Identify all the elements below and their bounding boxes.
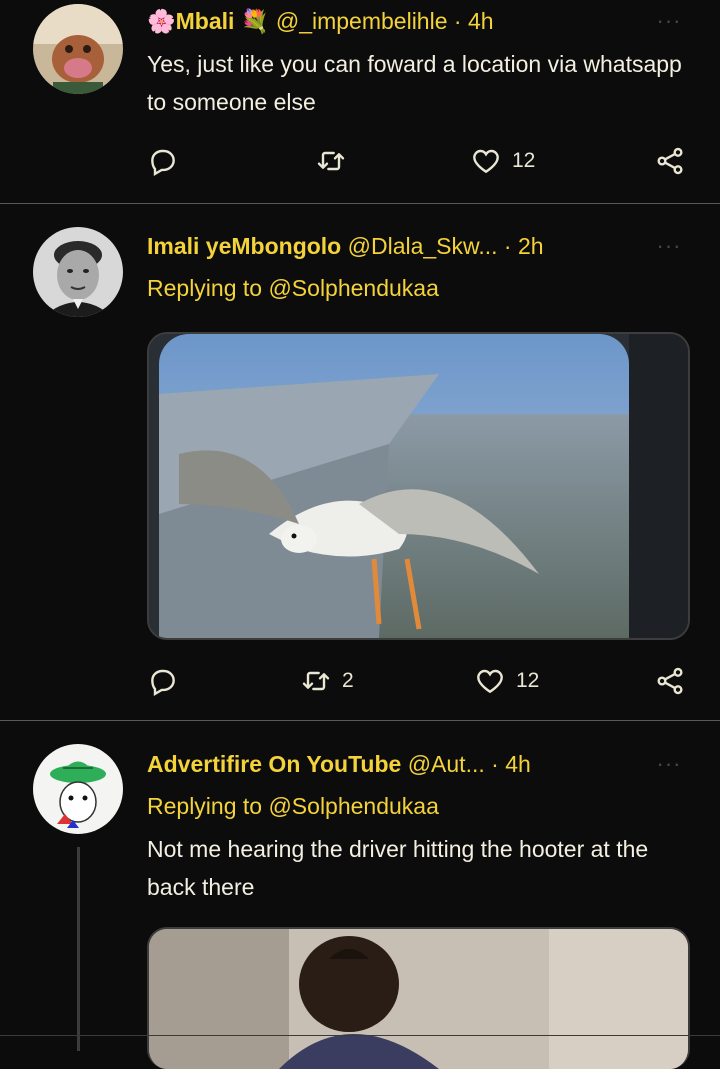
retweet-button[interactable] (315, 141, 357, 181)
reply-button[interactable] (147, 661, 179, 701)
retweet-icon (317, 151, 345, 171)
tweet-text: Yes, just like you can foward a location… (147, 51, 682, 115)
display-name[interactable]: Imali yeMbongolo (147, 233, 341, 259)
avatar[interactable] (33, 4, 123, 94)
tweet-header: 🌸Mbali 💐 @_impembelihle · 4h (147, 6, 660, 36)
tweet-actions: 2 12 (147, 661, 692, 701)
more-icon[interactable]: ··· (654, 10, 684, 42)
like-button[interactable]: 12 (470, 141, 535, 181)
more-icon[interactable]: ··· (654, 753, 684, 785)
separator-dot: · (503, 233, 512, 259)
reply-context[interactable]: Replying to @Solphendukaa (147, 273, 439, 303)
tweet-image[interactable] (147, 927, 690, 1069)
share-button[interactable] (654, 141, 686, 181)
thread-connector (77, 847, 80, 1051)
reply-icon (151, 669, 175, 697)
bottom-bar-divider (0, 1035, 720, 1036)
tweet-text: Not me hearing the driver hitting the ho… (147, 836, 649, 900)
tweet-2[interactable]: Imali yeMbongolo @Dlala_Skw... · 2h ··· … (0, 204, 720, 720)
avatar[interactable] (33, 744, 123, 834)
user-handle[interactable]: @_impembelihle (276, 8, 448, 34)
share-button[interactable] (654, 661, 686, 701)
separator-dot: · (491, 751, 499, 777)
tweet-3[interactable]: Advertifire On YouTube @Aut... · 4h ··· … (0, 721, 720, 1069)
like-count: 12 (516, 669, 540, 692)
like-icon (477, 669, 503, 694)
more-icon[interactable]: ··· (654, 235, 684, 267)
avatar[interactable] (33, 227, 123, 317)
share-icon (657, 147, 683, 175)
like-count: 12 (512, 149, 536, 172)
retweet-icon (302, 671, 330, 691)
tweet-actions: 12 (147, 141, 692, 181)
timestamp[interactable]: 4h (505, 751, 531, 777)
timestamp[interactable]: 2h (518, 233, 544, 259)
separator-dot: · (453, 8, 462, 34)
user-handle[interactable]: @Dlala_Skw... (348, 233, 498, 259)
retweet-count: 2 (342, 669, 354, 692)
reply-icon (151, 149, 175, 177)
reply-button[interactable] (147, 141, 179, 181)
share-icon (657, 667, 683, 695)
timestamp[interactable]: 4h (468, 8, 494, 34)
like-icon (473, 149, 499, 174)
display-name[interactable]: 🌸Mbali 💐 (147, 8, 269, 34)
display-name[interactable]: Advertifire On YouTube (147, 751, 401, 777)
like-button[interactable]: 12 (474, 661, 539, 701)
tweet-header: Advertifire On YouTube @Aut... · 4h (147, 749, 660, 779)
tweet-1[interactable]: 🌸Mbali 💐 @_impembelihle · 4h ··· Yes, ju… (0, 0, 720, 203)
retweet-button[interactable]: 2 (300, 661, 354, 701)
tweet-header: Imali yeMbongolo @Dlala_Skw... · 2h (147, 231, 660, 261)
tweet-image[interactable] (147, 332, 690, 640)
reply-context[interactable]: Replying to @Solphendukaa (147, 791, 439, 821)
user-handle[interactable]: @Aut... (408, 751, 485, 777)
